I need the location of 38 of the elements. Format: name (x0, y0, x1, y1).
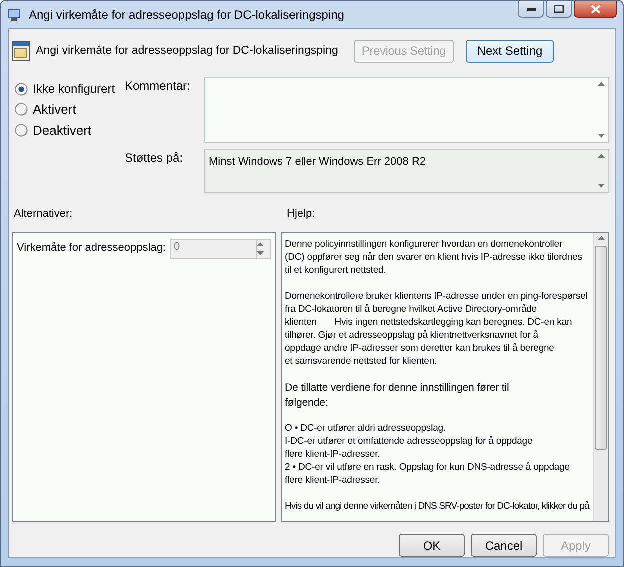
help-label: Hjelp: (287, 208, 316, 220)
scroll-down-icon[interactable] (257, 249, 264, 258)
close-button[interactable] (574, 1, 617, 18)
supported-field: Minst Windows 7 eller Windows Err 2008 R2 (204, 149, 609, 193)
radio-option[interactable]: Aktivert (15, 102, 125, 117)
options-label: Alternativer: (14, 208, 73, 220)
radio-icon[interactable] (15, 103, 28, 116)
scroll-up-icon[interactable] (257, 240, 264, 249)
radio-option[interactable]: Ikke konfigurert (15, 82, 125, 96)
radio-option[interactable]: Deaktivert (15, 123, 125, 138)
cancel-button[interactable]: Cancel (471, 534, 537, 557)
next-setting-button[interactable]: Next Setting (466, 40, 554, 62)
help-paragraph: Denne policyinnstillingen konfigurerer hvordan en domenekontroller (DC) oppfører seg når den svarer en klient hvis IP-adresse ikke tilordnes til et konfigurert nettsted. (285, 238, 584, 277)
help-paragraph: Hvis du vil angi denne virkemåten i DNS SRV-poster for DC-lokator, klikker du på (285, 500, 591, 513)
scroll-down-icon[interactable] (598, 184, 604, 188)
supported-label: Støttes på: (125, 150, 184, 167)
minimize-button[interactable] (518, 1, 544, 18)
setting-label: Virkemåte for adresseoppslag: (17, 241, 166, 254)
minimize-icon[interactable] (526, 8, 536, 10)
radio-icon[interactable] (15, 124, 28, 137)
scroll-down-icon[interactable] (598, 134, 604, 138)
window-title: Angi virkemåte for adresseoppslag for DC-lokaliseringsping (29, 8, 346, 22)
settings-window-icon (12, 41, 30, 61)
maximize-icon[interactable] (554, 5, 564, 13)
radio-icon[interactable] (15, 82, 28, 96)
scroll-up-icon[interactable] (598, 82, 604, 86)
comment-label: Kommentar: (125, 78, 192, 95)
help-paragraph: De tillatte verdiene for denne innstillingen fører til følgende: (285, 381, 510, 411)
help-paragraph: Domenekontrollere bruker klientens IP-adresse under en ping-forespørsel fra DC-lokatoren til å beregne hvilket Active Directory-område klienten Hvis ingen nettstedskartlegging kan beregnes. DC-en kan tilhører. Gjør et adresseoppslag på klientnettverksnavnet for å oppdage andre IP-adresser som deretter kan brukes til å beregne et samsvarende nettsted for klienten. (285, 290, 589, 368)
scrollbar[interactable] (593, 233, 608, 521)
policy-title: Angi virkemåte for adresseoppslag for DC-lokaliseringsping (36, 45, 340, 57)
close-icon[interactable] (590, 4, 600, 14)
comment-field[interactable] (204, 77, 609, 143)
ok-button[interactable]: OK (399, 534, 465, 557)
help-paragraph: O • DC-er utfører aldri adresseoppslag. I-DC-er utfører et omfattende adresseoppslag for å oppdage flere klient-IP-adresser. 2 • DC-er vil utføre en rask. Oppslag for kun DNS-adresse å oppdage flere klient-IP-adresser. (285, 422, 571, 487)
scroll-up-icon[interactable] (598, 154, 604, 158)
maximize-button[interactable] (546, 1, 572, 18)
scroll-up-icon[interactable] (598, 236, 604, 240)
